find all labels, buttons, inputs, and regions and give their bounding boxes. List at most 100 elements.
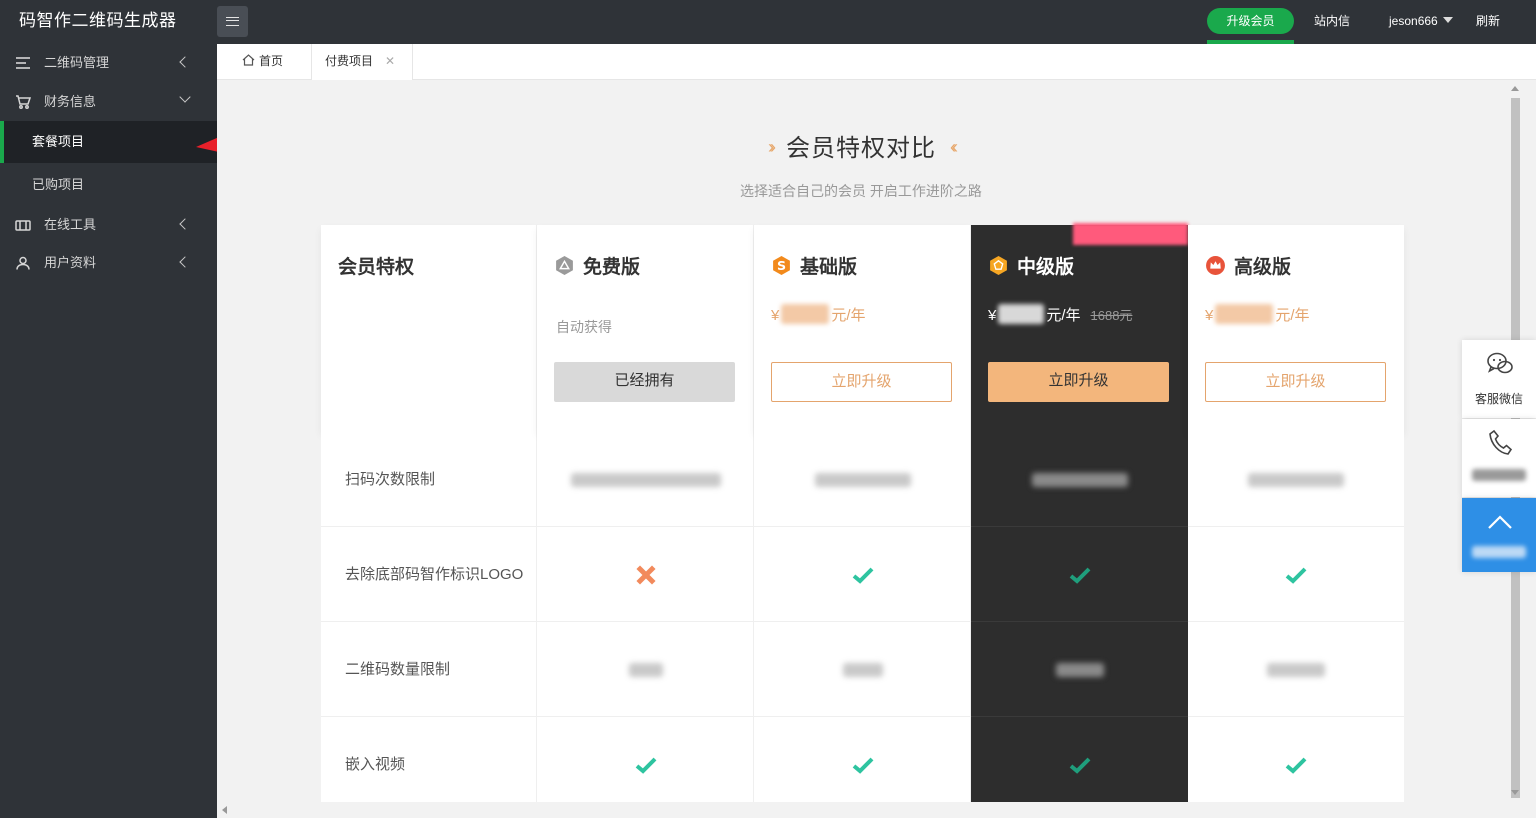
table-row: [971, 717, 1188, 812]
app-title: 码智作二维码生成器: [19, 11, 177, 30]
table-row: [1188, 432, 1404, 527]
blurred-value: [1031, 472, 1128, 487]
privileges-header: 会员特权: [338, 257, 415, 278]
feature-label: 嵌入视频: [345, 756, 406, 773]
sidebar-item-qrcode-manage[interactable]: 二维码管理: [0, 44, 217, 82]
plan-column-intermediate: 中级版 ¥ 元/年 1688元 立即升级: [971, 223, 1188, 802]
check-icon: [1069, 567, 1090, 584]
chevron-left-icon: [179, 218, 191, 230]
user-menu[interactable]: jeson666: [1389, 0, 1453, 44]
table-row: 嵌入视频: [321, 717, 537, 812]
scroll-up-icon[interactable]: [1511, 86, 1519, 91]
tab-strip: 首页 付费项目 ✕: [217, 44, 1536, 80]
tab-home[interactable]: 首页: [242, 44, 283, 80]
sidebar-item-label: 在线工具: [44, 217, 97, 232]
double-chevron-right-icon: ››: [768, 137, 776, 157]
sidebar-item-online-tools[interactable]: 在线工具: [0, 206, 217, 244]
back-to-top-button[interactable]: [1462, 498, 1536, 572]
messages-link[interactable]: 站内信: [1314, 0, 1350, 44]
svg-text:S: S: [777, 258, 786, 273]
auto-obtain-text: 自动获得: [556, 319, 612, 335]
upgrade-advanced-button[interactable]: 立即升级: [1205, 362, 1386, 402]
scroll-left-icon[interactable]: [222, 806, 227, 814]
upgrade-intermediate-button[interactable]: 立即升级: [988, 362, 1169, 402]
advanced-plan-badge-icon: [1206, 256, 1225, 275]
sidebar-item-packages[interactable]: 套餐项目: [0, 121, 217, 163]
pricing-table: 会员特权 扫码次数限制 去除底部码智作标识LOGO 二维码数量限制 嵌入视频 免…: [321, 223, 1404, 802]
plan-name: 中级版: [1017, 257, 1075, 278]
plan-price: ¥ 元/年: [1205, 304, 1310, 325]
table-row: [971, 432, 1188, 527]
table-row: [754, 527, 971, 622]
blurred-value: [842, 662, 883, 677]
cross-icon: [635, 564, 656, 585]
chevron-left-icon: [179, 56, 191, 68]
check-icon: [635, 757, 656, 774]
upgrade-member-button[interactable]: 升级会员: [1207, 8, 1294, 34]
check-icon: [1285, 757, 1307, 774]
caret-down-icon: [1442, 17, 1453, 23]
hamburger-icon: [226, 17, 239, 26]
plan-column-advanced: 高级版 ¥ 元/年 立即升级: [1188, 225, 1404, 802]
recommend-tag: [1073, 223, 1188, 245]
upgrade-basic-button[interactable]: 立即升级: [771, 362, 952, 402]
blurred-price: [1215, 304, 1274, 324]
sidebar-item-purchased[interactable]: 已购项目: [0, 164, 217, 206]
feature-label: 二维码数量限制: [345, 661, 451, 678]
wechat-icon: [1487, 352, 1513, 374]
table-row: [1188, 527, 1404, 622]
table-row: [754, 717, 971, 812]
price-unit: 元/年: [831, 307, 866, 324]
feature-label: 去除底部码智作标识LOGO: [345, 566, 524, 583]
sidebar: 二维码管理 财务信息 套餐项目 已购项目 在线工具 用户资料: [0, 44, 217, 818]
table-row: [1188, 622, 1404, 717]
plan-name: 基础版: [800, 257, 858, 278]
table-row: [971, 527, 1188, 622]
table-row: [537, 622, 754, 717]
plan-name: 高级版: [1234, 257, 1292, 278]
blurred-value: [1267, 662, 1325, 677]
blurred-value: [628, 662, 663, 677]
plan-price: ¥ 元/年: [771, 304, 866, 325]
chevron-left-icon: [179, 256, 191, 268]
already-owned-button[interactable]: 已经拥有: [554, 362, 735, 402]
check-icon: [852, 757, 873, 774]
blurred-value: [1055, 662, 1104, 677]
close-icon[interactable]: ✕: [385, 54, 395, 68]
tools-icon: [15, 220, 31, 231]
blurred-value: [1248, 472, 1344, 487]
customer-wechat-button[interactable]: 客服微信: [1462, 340, 1536, 418]
username: jeson666: [1389, 14, 1438, 28]
customer-phone-button[interactable]: [1462, 419, 1536, 497]
phone-icon: [1489, 429, 1513, 455]
tab-paid-items[interactable]: 付费项目 ✕: [311, 44, 413, 80]
currency-symbol: ¥: [771, 307, 780, 324]
user-icon: [16, 256, 30, 270]
intermediate-plan-badge-icon: [990, 256, 1007, 275]
sidebar-item-label: 财务信息: [44, 94, 97, 109]
sidebar-item-user-profile[interactable]: 用户资料: [0, 244, 217, 282]
chevron-down-icon: [179, 91, 191, 103]
page-subtitle: 选择适合自己的会员 开启工作进阶之路: [740, 183, 982, 199]
chevron-up-icon: [1488, 515, 1512, 529]
table-row: [537, 717, 754, 812]
tab-label: 首页: [259, 54, 284, 68]
blurred-price: [998, 304, 1045, 324]
scroll-down-icon[interactable]: [1511, 790, 1519, 795]
table-row: [754, 622, 971, 717]
table-row: 扫码次数限制: [321, 432, 537, 527]
home-icon: [242, 54, 255, 66]
menu-toggle-button[interactable]: [217, 6, 248, 37]
plan-name: 免费版: [583, 257, 641, 278]
page-title: 会员特权对比: [786, 135, 936, 162]
sidebar-item-label: 二维码管理: [44, 55, 110, 70]
cart-icon: [16, 95, 31, 109]
sidebar-item-finance[interactable]: 财务信息: [0, 83, 217, 121]
wechat-label: 客服微信: [1474, 392, 1523, 406]
blurred-value: [570, 472, 721, 487]
table-row: [754, 432, 971, 527]
blurred-price: [781, 304, 830, 324]
refresh-link[interactable]: 刷新: [1476, 0, 1500, 44]
sidebar-item-label: 用户资料: [44, 255, 97, 270]
blurred-top-label: [1472, 546, 1526, 558]
